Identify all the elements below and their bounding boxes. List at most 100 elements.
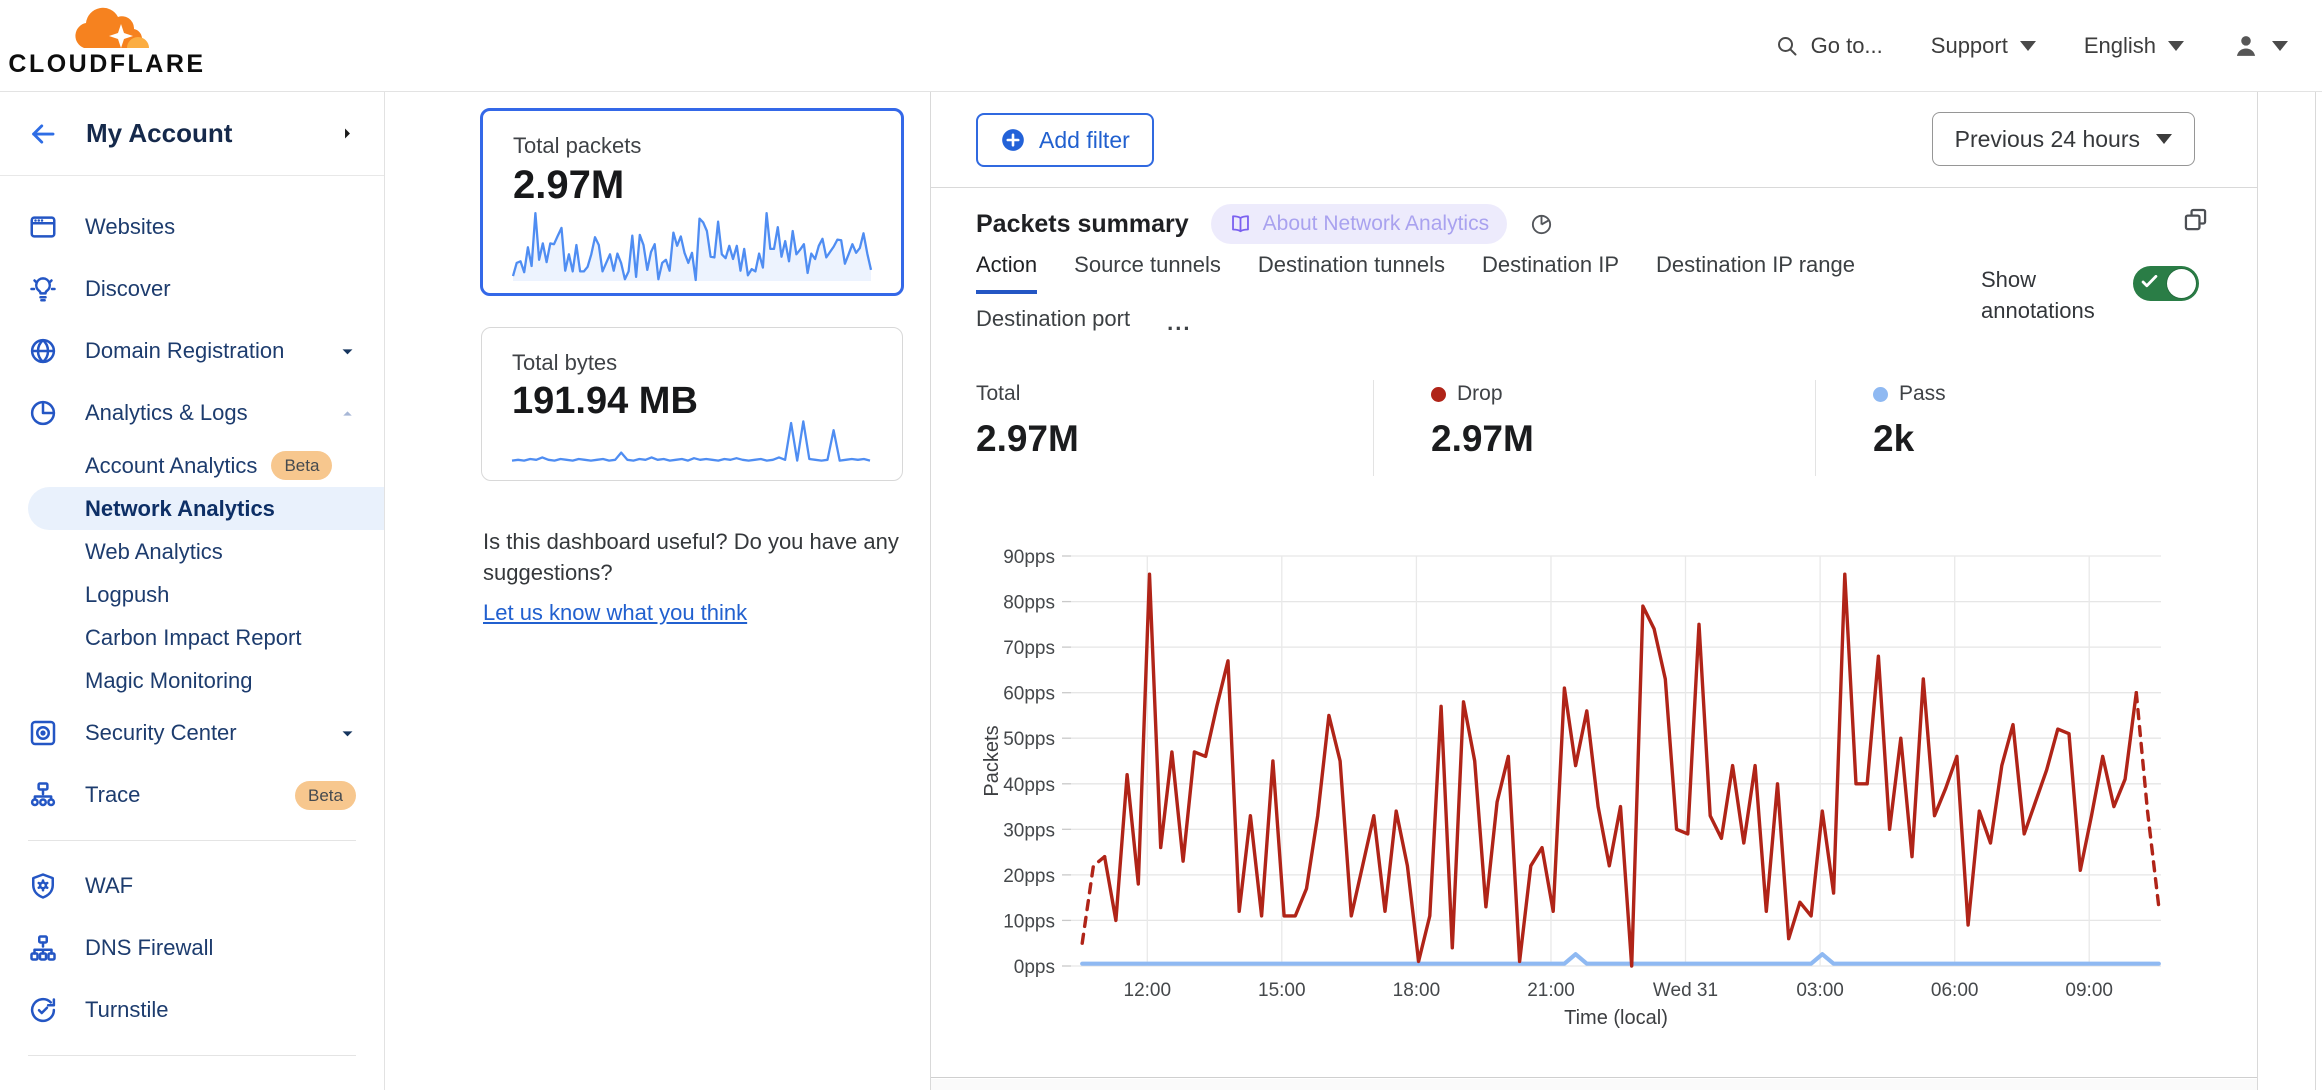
card-value: 2.97M	[513, 163, 901, 208]
svg-text:18:00: 18:00	[1393, 980, 1441, 1001]
plus-circle-icon	[1000, 127, 1026, 153]
sidebar-item-dns-firewall[interactable]: DNS Firewall	[0, 917, 384, 979]
starburst-icon	[28, 1086, 58, 1090]
feedback-link[interactable]: Let us know what you think	[483, 597, 747, 628]
packets-chart: 0pps10pps20pps30pps40pps50pps60pps70pps8…	[976, 544, 2188, 1028]
sidebar-item-account-analytics[interactable]: Account AnalyticsBeta	[0, 444, 384, 487]
feedback-block: Is this dashboard useful? Do you have an…	[483, 526, 927, 629]
beta-badge: Beta	[271, 451, 332, 480]
annotations-toggle[interactable]	[2133, 266, 2199, 301]
svg-text:20pps: 20pps	[1003, 866, 1055, 887]
sidebar-item-carbon-impact-report[interactable]: Carbon Impact Report	[0, 616, 384, 659]
scroll-track[interactable]	[2315, 92, 2316, 1090]
dimension-tabs: Action Source tunnels Destination tunnels D…	[976, 252, 1966, 348]
arrow-left-icon[interactable]	[28, 119, 58, 149]
tab-destination-port[interactable]: Destination port	[976, 306, 1130, 348]
svg-text:12:00: 12:00	[1124, 980, 1172, 1001]
time-range-select[interactable]: Previous 24 hours	[1932, 112, 2195, 166]
toggle-knob	[2167, 269, 2196, 298]
chevron-right-icon[interactable]	[339, 125, 356, 142]
account-name: My Account	[86, 118, 339, 149]
goto-search[interactable]: Go to...	[1775, 33, 1883, 59]
sidebar-item-logpush[interactable]: Logpush	[0, 573, 384, 616]
sidebar-nav: Websites Discover Domain Registration Analy…	[0, 176, 384, 1090]
card-title: Total bytes	[512, 350, 902, 376]
svg-text:09:00: 09:00	[2065, 980, 2113, 1001]
stat-value: 2k	[1873, 418, 2257, 460]
person-icon	[2232, 32, 2260, 60]
time-range-label: Previous 24 hours	[1955, 126, 2140, 153]
caret-down-icon	[339, 725, 356, 742]
sidebar-item-label: Websites	[85, 214, 356, 240]
about-network-analytics-badge[interactable]: About Network Analytics	[1211, 204, 1507, 244]
caret-down-icon	[339, 343, 356, 360]
sidebar-item-discover[interactable]: Discover	[0, 258, 384, 320]
copy-expand-icon[interactable]	[2182, 206, 2209, 233]
book-icon	[1229, 213, 1252, 236]
support-menu[interactable]: Support	[1931, 33, 2036, 59]
sidebar: My Account Websites Discover Domain Regist…	[0, 92, 385, 1090]
sidebar-item-label: Trace	[85, 782, 281, 808]
stat-value: 2.97M	[976, 418, 1373, 460]
svg-text:90pps: 90pps	[1003, 547, 1055, 568]
total-bytes-card[interactable]: Total bytes 191.94 MB	[481, 327, 903, 481]
sidebar-item-domain-registration[interactable]: Domain Registration	[0, 320, 384, 382]
bulb-icon	[28, 274, 58, 304]
sidebar-item-waf[interactable]: WAF	[0, 855, 384, 917]
series-dot-pass	[1873, 387, 1888, 402]
svg-text:70pps: 70pps	[1003, 638, 1055, 659]
next-section-strip	[931, 1079, 2257, 1090]
tab-source-tunnels[interactable]: Source tunnels	[1074, 252, 1221, 294]
svg-text:50pps: 50pps	[1003, 729, 1055, 750]
tab-destination-tunnels[interactable]: Destination tunnels	[1258, 252, 1445, 294]
svg-text:Time (local): Time (local)	[1564, 1007, 1668, 1028]
refresh-icon	[28, 995, 58, 1025]
packets-summary-panel: Packets summary About Network Analytics …	[931, 188, 2257, 1078]
pie-chart-icon[interactable]	[1529, 212, 1554, 237]
add-filter-label: Add filter	[1039, 127, 1130, 154]
stat-value: 2.97M	[1431, 418, 1815, 460]
tab-destination-ip-range[interactable]: Destination IP range	[1656, 252, 1855, 294]
stat-pass: Pass2k	[1815, 380, 2257, 476]
svg-text:03:00: 03:00	[1796, 980, 1844, 1001]
sidebar-item-item[interactable]	[0, 1070, 384, 1090]
sidebar-item-label: Network Analytics	[85, 496, 275, 522]
tab-action[interactable]: Action	[976, 252, 1037, 294]
add-filter-button[interactable]: Add filter	[976, 113, 1154, 167]
sidebar-item-label: Domain Registration	[85, 338, 339, 364]
svg-text:10pps: 10pps	[1003, 911, 1055, 932]
sidebar-item-websites[interactable]: Websites	[0, 196, 384, 258]
sidebar-item-web-analytics[interactable]: Web Analytics	[0, 530, 384, 573]
sidebar-item-security-center[interactable]: Security Center	[0, 702, 384, 764]
about-badge-label: About Network Analytics	[1263, 212, 1489, 236]
user-menu[interactable]	[2232, 32, 2288, 60]
language-menu[interactable]: English	[2084, 33, 2184, 59]
sidebar-item-magic-monitoring[interactable]: Magic Monitoring	[0, 659, 384, 702]
total-packets-card[interactable]: Total packets 2.97M	[480, 108, 904, 296]
safe-icon	[28, 718, 58, 748]
filters-toolbar: Add filter Previous 24 hours	[931, 92, 2257, 188]
sidebar-item-label: WAF	[85, 873, 356, 899]
browser-icon	[28, 212, 58, 242]
sitemap-icon	[28, 933, 58, 963]
stat-label: Drop	[1457, 382, 1503, 406]
account-switcher[interactable]: My Account	[0, 92, 384, 176]
sidebar-divider	[28, 1055, 356, 1056]
sidebar-item-network-analytics[interactable]: Network Analytics	[28, 487, 384, 530]
sidebar-item-analytics-logs[interactable]: Analytics & Logs	[0, 382, 384, 444]
feedback-question: Is this dashboard useful? Do you have an…	[483, 526, 927, 588]
caret-up-icon	[339, 405, 356, 422]
tabs-overflow-button[interactable]: ...	[1167, 306, 1191, 348]
cloudflare-logo[interactable]: CLOUDFLARE	[22, 6, 192, 79]
logo-wordmark: CLOUDFLARE	[8, 50, 205, 79]
tab-destination-ip[interactable]: Destination IP	[1482, 252, 1619, 294]
sidebar-item-trace[interactable]: TraceBeta	[0, 764, 384, 826]
pie-icon	[28, 398, 58, 428]
svg-text:30pps: 30pps	[1003, 820, 1055, 841]
panel-title: Packets summary	[976, 210, 1189, 239]
sidebar-item-turnstile[interactable]: Turnstile	[0, 979, 384, 1041]
svg-text:80pps: 80pps	[1003, 593, 1055, 614]
sidebar-item-label: Carbon Impact Report	[85, 625, 301, 651]
cloudflare-cloud-icon	[59, 6, 155, 52]
sidebar-item-label: Logpush	[85, 582, 169, 608]
